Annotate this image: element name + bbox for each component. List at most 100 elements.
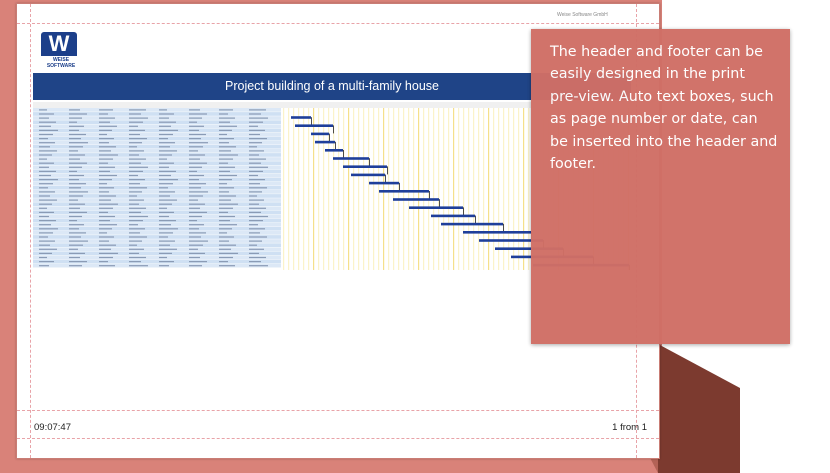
table-cell-text <box>249 146 257 148</box>
gantt-day-column <box>463 108 465 270</box>
table-cell-text <box>69 170 77 172</box>
table-cell-text <box>39 236 48 238</box>
table-cell-text <box>249 150 264 152</box>
table-cell-text <box>219 248 231 250</box>
table-cell-text <box>69 252 85 254</box>
table-cell-text <box>99 224 117 226</box>
table-cell-text <box>99 232 107 234</box>
gantt-day-column <box>383 108 385 270</box>
table-cell-text <box>129 113 141 115</box>
gantt-day-column <box>368 108 370 270</box>
table-cell-text <box>69 203 85 205</box>
table-cell-text <box>129 228 145 230</box>
table-cell-text <box>129 146 137 148</box>
table-cell-text <box>129 244 137 246</box>
table-cell-text <box>219 195 236 197</box>
gantt-task-bar <box>463 231 531 234</box>
gantt-day-column <box>498 108 500 270</box>
table-cell-text <box>69 146 83 148</box>
table-cell-text <box>249 199 264 201</box>
table-cell-text <box>249 187 267 189</box>
table-cell-text <box>69 179 79 181</box>
gantt-day-column <box>503 108 505 270</box>
table-cell-text <box>159 162 174 164</box>
table-cell-text <box>219 138 234 140</box>
table-cell-text <box>39 129 58 131</box>
table-cell-text <box>249 117 268 119</box>
table-cell-text <box>39 211 54 213</box>
gantt-day-column <box>528 108 530 270</box>
gantt-day-column <box>388 108 390 270</box>
table-cell-text <box>189 158 200 160</box>
table-cell-text <box>219 170 230 172</box>
gantt-day-column <box>393 108 395 270</box>
table-cell-text <box>39 232 53 234</box>
gantt-day-column <box>433 108 435 270</box>
table-cell-text <box>219 150 231 152</box>
table-cell-text <box>129 199 144 201</box>
table-cell-text <box>249 207 266 209</box>
table-cell-text <box>39 248 57 250</box>
table-cell-text <box>69 166 82 168</box>
gantt-day-column <box>423 108 425 270</box>
table-cell-text <box>159 183 173 185</box>
table-cell-text <box>129 207 146 209</box>
gantt-day-column <box>468 108 470 270</box>
table-cell-text <box>129 170 143 172</box>
gantt-day-column <box>418 108 420 270</box>
gantt-task-bar <box>333 157 369 160</box>
table-cell-text <box>39 183 53 185</box>
table-cell-text <box>39 179 58 181</box>
table-cell-text <box>69 211 87 213</box>
table-cell-text <box>249 121 263 123</box>
gantt-dependency-link <box>343 150 344 158</box>
gantt-task-bar <box>325 149 343 152</box>
gantt-task-bar <box>295 124 333 127</box>
gantt-day-column <box>508 108 510 270</box>
table-cell-text <box>69 187 81 189</box>
table-cell-text <box>99 207 113 209</box>
table-cell-text <box>159 244 170 246</box>
table-cell-text <box>159 125 171 127</box>
table-cell-text <box>39 133 53 136</box>
table-cell-text <box>249 228 265 230</box>
table-cell-text <box>249 236 267 238</box>
table-cell-text <box>69 183 86 185</box>
table-cell-text <box>249 125 258 127</box>
table-cell-text <box>39 256 47 259</box>
table-cell-text <box>219 179 232 181</box>
gantt-dependency-link <box>335 141 336 150</box>
table-cell-text <box>99 265 115 267</box>
table-cell-text <box>39 138 48 140</box>
table-cell-text <box>219 121 230 123</box>
table-cell-text <box>99 261 108 263</box>
table-cell-text <box>39 113 54 115</box>
table-cell-text <box>159 150 177 152</box>
table-cell-text <box>189 129 199 131</box>
table-cell-text <box>129 232 140 234</box>
table-cell-text <box>69 174 84 177</box>
table-cell-text <box>99 158 113 160</box>
table-cell-text <box>159 170 176 172</box>
table-cell-text <box>249 195 257 197</box>
table-cell-text <box>129 211 141 213</box>
table-cell-text <box>189 146 203 148</box>
table-cell-text <box>129 195 137 197</box>
table-cell-text <box>189 121 197 123</box>
table-cell-text <box>99 179 112 181</box>
table-cell-text <box>69 248 78 250</box>
gantt-day-column <box>488 108 490 270</box>
table-cell-text <box>219 146 236 148</box>
table-cell-text <box>39 125 51 127</box>
table-cell-text <box>99 150 111 152</box>
table-cell-text <box>249 203 259 205</box>
table-cell-text <box>189 256 200 259</box>
table-cell-text <box>99 236 114 238</box>
table-cell-text <box>39 261 54 263</box>
table-cell-text <box>129 179 145 181</box>
table-cell-text <box>219 187 234 189</box>
table-cell-text <box>129 191 142 193</box>
table-cell-text <box>39 146 50 148</box>
table-cell-text <box>69 150 78 152</box>
table-cell-text <box>189 228 199 230</box>
